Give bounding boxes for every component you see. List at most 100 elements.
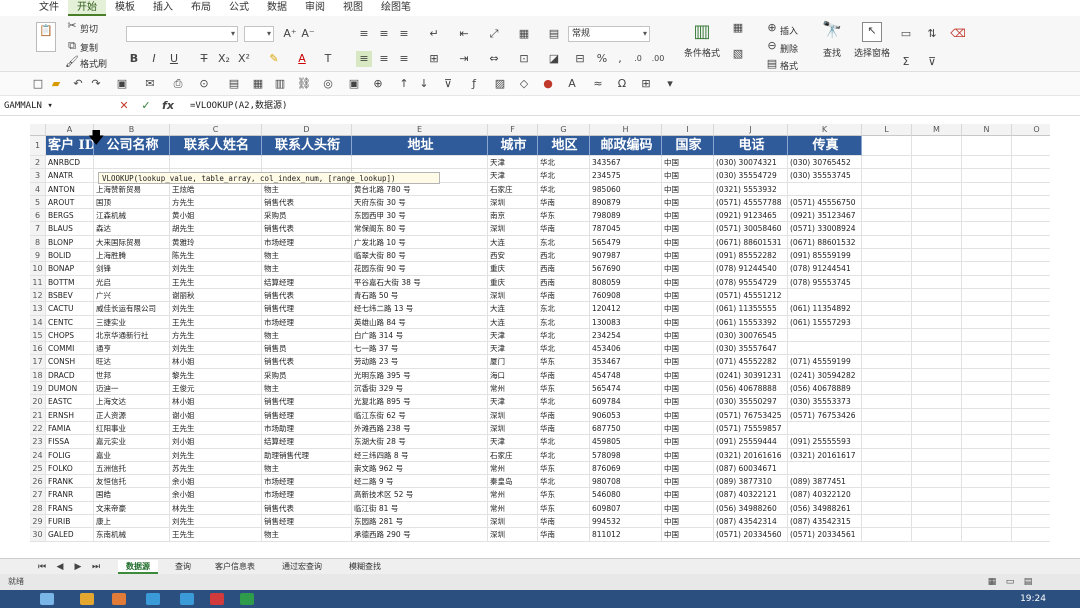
cell[interactable] xyxy=(170,156,262,170)
cell[interactable]: 453406 xyxy=(590,342,662,356)
cell[interactable]: 物主 xyxy=(262,249,352,263)
column-header[interactable]: K xyxy=(788,124,862,136)
cell[interactable]: 黄雅玲 xyxy=(170,235,262,250)
cell[interactable]: 中国 xyxy=(662,262,714,276)
cell[interactable] xyxy=(962,235,1012,250)
cell[interactable] xyxy=(1012,276,1050,289)
row-number[interactable]: 28 xyxy=(30,501,46,516)
find-label[interactable]: 查找 xyxy=(823,46,841,59)
save-icon[interactable]: ▣ xyxy=(114,76,130,92)
cell[interactable]: (071) 45552282 xyxy=(714,355,788,369)
cell[interactable]: 康上 xyxy=(94,515,170,529)
cell[interactable]: 华南 xyxy=(538,368,590,383)
cell[interactable] xyxy=(1012,289,1050,303)
cancel-icon[interactable]: ✕ xyxy=(116,98,132,114)
cell[interactable] xyxy=(962,182,1012,196)
align-left-icon[interactable]: ≡ xyxy=(356,51,372,67)
cell[interactable] xyxy=(862,156,912,170)
cell[interactable]: 811012 xyxy=(590,528,662,542)
cell[interactable]: CENTC xyxy=(46,315,94,329)
row-number[interactable]: 18 xyxy=(30,368,46,383)
cell[interactable] xyxy=(962,275,1012,289)
cell[interactable] xyxy=(912,222,962,236)
cell[interactable] xyxy=(862,136,912,156)
cell[interactable]: 华东 xyxy=(538,488,590,502)
column-header[interactable]: O xyxy=(1012,124,1050,136)
column-header[interactable]: J xyxy=(714,124,788,136)
row-number[interactable]: 26 xyxy=(30,475,46,489)
cell[interactable]: 609807 xyxy=(590,501,662,516)
cell[interactable]: 华南 xyxy=(538,195,590,210)
print-preview-icon[interactable]: ⊙ xyxy=(196,76,212,92)
cell[interactable]: 临江街 81 号 xyxy=(352,501,488,516)
undo-icon[interactable]: ↶ xyxy=(70,76,86,92)
cell[interactable]: 友恒信托 xyxy=(94,475,170,489)
cell[interactable] xyxy=(1012,449,1050,462)
cell[interactable] xyxy=(862,355,912,369)
cell[interactable]: FRANK xyxy=(46,475,94,489)
cell[interactable]: 七一路 37 号 xyxy=(352,342,488,356)
browser2-app-icon[interactable] xyxy=(180,593,194,605)
cell[interactable]: 西南 xyxy=(538,275,590,289)
cell[interactable]: 高新技术区 52 号 xyxy=(352,488,488,502)
cell[interactable]: 东园西甲 30 号 xyxy=(352,209,488,223)
cell[interactable]: 华东 xyxy=(538,355,590,369)
sort-icon[interactable]: ⇅ xyxy=(924,26,940,42)
cell[interactable]: 王先生 xyxy=(170,528,262,542)
format-label[interactable]: 格式 xyxy=(780,59,798,72)
cell-style-icon[interactable]: ▧ xyxy=(730,46,746,62)
cell[interactable] xyxy=(962,515,1012,529)
cell[interactable] xyxy=(1012,183,1050,196)
cell[interactable]: 大来国际贸易 xyxy=(94,235,170,250)
cell[interactable] xyxy=(862,488,912,502)
cell[interactable]: 刘先生 xyxy=(170,515,262,529)
cell[interactable]: (087) 43542315 xyxy=(788,515,862,529)
cell[interactable] xyxy=(862,195,912,210)
cell[interactable]: 中国 xyxy=(662,421,714,436)
cell[interactable] xyxy=(962,395,1012,409)
cell[interactable]: 刘先生 xyxy=(170,302,262,316)
format-painter-label[interactable]: 格式刷 xyxy=(80,57,107,70)
cell[interactable]: 西南 xyxy=(538,262,590,276)
format-icon[interactable]: ▤ xyxy=(764,56,780,72)
cell[interactable]: 常州 xyxy=(488,488,538,502)
decimal-decrease-icon[interactable]: .00 xyxy=(650,51,666,67)
cell[interactable]: 石家庄 xyxy=(488,182,538,196)
cell[interactable]: (0241) 30594282 xyxy=(788,368,862,383)
cell[interactable]: 王先生 xyxy=(170,421,262,436)
cell[interactable]: 常州 xyxy=(488,501,538,516)
cell[interactable] xyxy=(862,475,912,489)
cell[interactable] xyxy=(862,169,912,183)
conditional-format-icon[interactable]: ▥ xyxy=(690,20,714,44)
cell[interactable]: 方先生 xyxy=(170,195,262,210)
cell[interactable]: 物主 xyxy=(262,182,352,196)
office-app-icon[interactable] xyxy=(210,593,224,605)
cell[interactable]: 华北 xyxy=(538,435,590,449)
cell[interactable]: 华南 xyxy=(538,528,590,542)
cell[interactable] xyxy=(962,528,1012,542)
cell[interactable]: (0571) 30058460 xyxy=(714,222,788,236)
cell[interactable] xyxy=(1012,435,1050,449)
cell[interactable]: 三捷实业 xyxy=(94,315,170,329)
insert-function-icon[interactable]: fx xyxy=(160,98,176,114)
cell[interactable]: 中国 xyxy=(662,275,714,289)
cell[interactable]: 经三纬四路 8 号 xyxy=(352,448,488,462)
formula-input[interactable]: =VLOOKUP(A2,数据源) xyxy=(190,98,287,114)
cell[interactable]: 华北 xyxy=(538,448,590,462)
cell[interactable] xyxy=(962,302,1012,316)
cell[interactable]: 东湖大街 28 号 xyxy=(352,435,488,449)
cell[interactable]: 英雄山路 84 号 xyxy=(352,315,488,329)
cell[interactable] xyxy=(862,395,912,409)
cell[interactable]: 上海赞新贸易 xyxy=(94,182,170,196)
cell[interactable]: (056) 34988260 xyxy=(714,501,788,516)
cell[interactable] xyxy=(912,209,962,223)
cell[interactable]: 华南 xyxy=(538,515,590,529)
cell[interactable]: (061) 15553392 xyxy=(714,315,788,329)
cell[interactable]: 刘先生 xyxy=(170,342,262,356)
row-number[interactable]: 13 xyxy=(30,302,46,316)
zoom-icon[interactable]: ⊕ xyxy=(370,76,386,92)
cell[interactable]: (0571) 20334561 xyxy=(788,528,862,542)
cell[interactable]: 光启 xyxy=(94,275,170,289)
row-number[interactable]: 14 xyxy=(30,315,46,329)
cell[interactable]: 销售代表 xyxy=(262,501,352,516)
